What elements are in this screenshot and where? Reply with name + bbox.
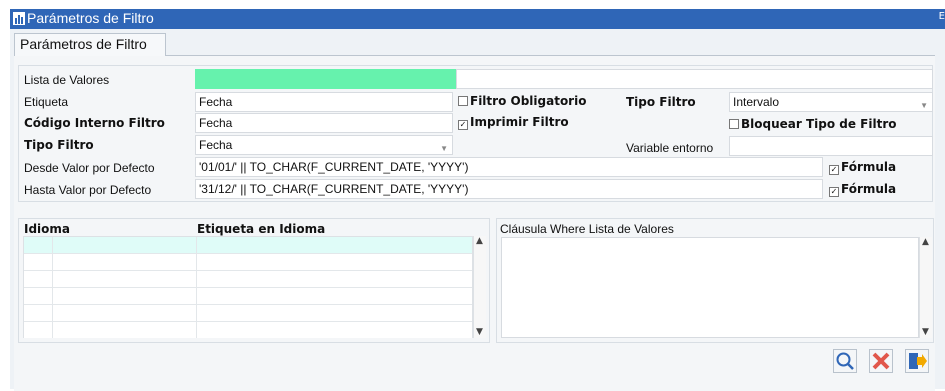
codigo-interno-label: Código Interno Filtro [24, 116, 165, 130]
scroll-down-icon[interactable]: ▼ [922, 327, 929, 337]
imprimir-filtro-label: Imprimir Filtro [470, 115, 569, 129]
formula-hasta-box[interactable]: ✓ [829, 187, 839, 197]
variable-entorno-label: Variable entorno [626, 141, 714, 155]
tipo-filtro-label: Tipo Filtro [24, 138, 94, 152]
filtro-obligatorio-box[interactable] [458, 96, 468, 106]
exit-icon [905, 349, 929, 373]
scroll-up-icon[interactable]: ▲ [476, 236, 483, 246]
close-icon [869, 349, 893, 373]
bloquear-tipo-filtro-label: Bloquear Tipo de Filtro [741, 117, 897, 131]
lista-valores-code-field[interactable] [195, 69, 456, 89]
tipo-filtro-select-value: Intervalo [733, 95, 780, 109]
table-row[interactable] [24, 271, 472, 288]
etiqueta-label: Etiqueta [24, 95, 69, 109]
window-title: Parámetros de Filtro [27, 10, 154, 26]
filtro-obligatorio-label: Filtro Obligatorio [470, 94, 587, 108]
chevron-down-icon[interactable]: ▼ [440, 140, 448, 154]
table-row[interactable] [24, 237, 472, 254]
table-row[interactable] [24, 288, 472, 305]
hasta-valor-field[interactable]: '31/12/' || TO_CHAR(F_CURRENT_DATE, 'YYY… [195, 179, 823, 199]
scroll-down-icon[interactable]: ▼ [476, 327, 483, 337]
formula-hasta-checkbox[interactable]: ✓ Fórmula [829, 182, 896, 197]
lista-valores-description-field[interactable] [456, 69, 933, 89]
hasta-valor-label: Hasta Valor por Defecto [24, 183, 152, 197]
tipo-filtro-field[interactable]: Fecha ▼ [195, 135, 453, 155]
table-row[interactable] [24, 254, 472, 271]
table-row[interactable] [24, 322, 472, 338]
chevron-down-icon[interactable]: ▼ [920, 97, 928, 111]
formula-desde-checkbox[interactable]: ✓ Fórmula [829, 160, 896, 175]
search-button[interactable] [833, 349, 857, 373]
window-titlebar: Parámetros de Filtro E [10, 9, 945, 29]
cancel-button[interactable] [869, 349, 893, 373]
idioma-grid-scrollbar[interactable]: ▲ ▼ [473, 236, 486, 338]
window-close-button[interactable]: E [939, 11, 945, 22]
search-icon [833, 349, 857, 373]
bloquear-tipo-filtro-checkbox[interactable]: Bloquear Tipo de Filtro [729, 117, 897, 131]
desde-valor-field[interactable]: '01/01/' || TO_CHAR(F_CURRENT_DATE, 'YYY… [195, 157, 823, 177]
variable-entorno-field[interactable] [729, 136, 933, 156]
app-icon [13, 12, 25, 25]
formula-desde-box[interactable]: ✓ [829, 165, 839, 175]
col-header-idioma: Idioma [24, 222, 71, 236]
tipo-filtro-field-value: Fecha [199, 138, 233, 152]
desde-valor-label: Desde Valor por Defecto [24, 161, 155, 175]
bloquear-tipo-filtro-box[interactable] [729, 119, 739, 129]
etiqueta-field[interactable]: Fecha [195, 92, 453, 112]
tipo-filtro-right-label: Tipo Filtro [626, 95, 696, 109]
col-header-etiqueta-idioma: Etiqueta en Idioma [197, 222, 326, 236]
where-clause-scrollbar[interactable]: ▲ ▼ [919, 237, 932, 338]
codigo-interno-field[interactable]: Fecha [195, 113, 453, 133]
table-row[interactable] [24, 305, 472, 322]
idioma-grid-body [23, 236, 473, 338]
lista-valores-label: Lista de Valores [24, 73, 110, 87]
imprimir-filtro-box[interactable]: ✓ [458, 120, 468, 130]
where-clause-label: Cláusula Where Lista de Valores [500, 222, 674, 236]
imprimir-filtro-checkbox[interactable]: ✓ Imprimir Filtro [458, 115, 569, 130]
formula-desde-label: Fórmula [841, 160, 897, 174]
scroll-up-icon[interactable]: ▲ [922, 237, 929, 247]
tipo-filtro-select[interactable]: Intervalo ▼ [729, 92, 933, 112]
filtro-obligatorio-checkbox[interactable]: Filtro Obligatorio [458, 94, 586, 108]
exit-button[interactable] [905, 349, 929, 373]
where-clause-textarea[interactable] [501, 237, 919, 338]
formula-hasta-label: Fórmula [841, 182, 897, 196]
left-edge [0, 0, 10, 389]
tab-parametros-filtro[interactable]: Parámetros de Filtro [14, 33, 166, 56]
